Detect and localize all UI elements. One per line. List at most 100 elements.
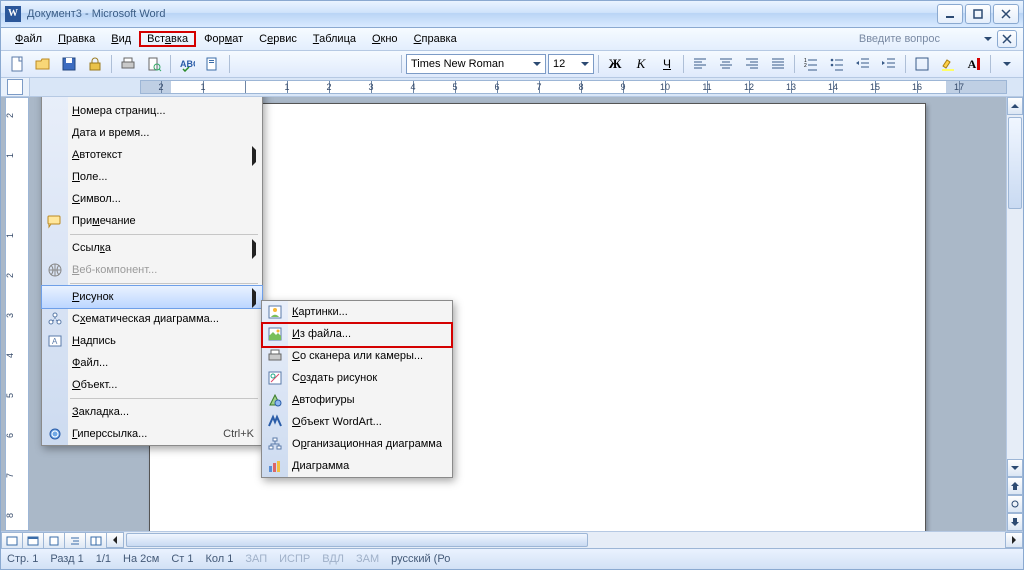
insert-item-3[interactable]: Автотекст [42, 144, 262, 166]
font-name-dropdown-icon[interactable] [531, 62, 543, 66]
font-size-dropdown-icon[interactable] [579, 62, 591, 66]
highlight-button[interactable] [936, 52, 960, 76]
prev-page-button[interactable] [1007, 477, 1023, 495]
insert-item-10[interactable]: Схематическая диаграмма... [42, 308, 262, 330]
bulleted-list-button[interactable] [825, 52, 849, 76]
picture-item-1[interactable]: Из файла... [262, 323, 452, 345]
tab-selector[interactable] [1, 78, 30, 96]
picture-item-0[interactable]: Картинки... [262, 301, 452, 323]
diagram-icon [46, 310, 64, 328]
status-rec: ЗАП [245, 553, 267, 565]
research-button[interactable] [201, 52, 225, 76]
status-line: Ст 1 [171, 553, 193, 565]
scroll-left-button[interactable] [106, 532, 124, 548]
font-color-button[interactable]: A [962, 52, 986, 76]
horizontal-ruler[interactable]: 211234567891011121314151617 [140, 80, 1007, 94]
ask-question-box[interactable]: Введите вопрос [852, 30, 977, 48]
save-button[interactable] [57, 52, 81, 76]
document-area[interactable]: Разрыв...Номера страниц...Дата и время..… [29, 97, 1006, 531]
insert-item-1[interactable]: Номера страниц... [42, 100, 262, 122]
align-justify-button[interactable] [766, 52, 790, 76]
insert-item-9[interactable]: Рисунок [41, 285, 263, 309]
insert-item-7[interactable]: Ссылка [42, 237, 262, 259]
vscroll-thumb[interactable] [1008, 117, 1022, 209]
menu-tools[interactable]: Сервис [251, 31, 305, 47]
permissions-button[interactable] [83, 52, 107, 76]
picture-item-2[interactable]: Со сканера или камеры... [262, 345, 452, 367]
window-title: Документ3 - Microsoft Word [27, 8, 935, 20]
align-center-button[interactable] [714, 52, 738, 76]
browse-object-button[interactable] [1007, 495, 1023, 513]
font-name-combo[interactable]: Times New Roman [406, 54, 546, 74]
font-size-value: 12 [553, 58, 579, 70]
menu-table[interactable]: Таблица [305, 31, 364, 47]
print-button[interactable] [116, 52, 140, 76]
status-trk: ИСПР [279, 553, 310, 565]
underline-button[interactable]: Ч [655, 52, 679, 76]
status-language: русский (Ро [391, 553, 450, 565]
menu-window[interactable]: Окно [364, 31, 406, 47]
menu-help[interactable]: Справка [406, 31, 465, 47]
insert-item-15[interactable]: Гиперссылка...Ctrl+K [42, 423, 262, 445]
scroll-right-button[interactable] [1005, 532, 1023, 548]
status-at: На 2см [123, 553, 159, 565]
picture-item-4[interactable]: Автофигуры [262, 389, 452, 411]
toolbar-options-button[interactable] [995, 52, 1019, 76]
vertical-ruler[interactable]: 211234567891011 [5, 97, 29, 531]
newdrawing-icon [266, 369, 284, 387]
next-page-button[interactable] [1007, 513, 1023, 531]
scroll-up-button[interactable] [1007, 97, 1023, 115]
status-section: Разд 1 [50, 553, 83, 565]
menu-format[interactable]: Формат [196, 31, 251, 47]
document-workspace: 211234567891011 Разрыв...Номера страниц.… [1, 97, 1023, 531]
status-ovr: ЗАМ [356, 553, 379, 565]
bold-button[interactable]: Ж [603, 52, 627, 76]
hscroll-track[interactable] [124, 532, 1005, 548]
app-window: Документ3 - Microsoft Word Файл Правка В… [0, 0, 1024, 570]
increase-indent-button[interactable] [877, 52, 901, 76]
insert-item-13[interactable]: Объект... [42, 374, 262, 396]
menu-view[interactable]: Вид [103, 31, 139, 47]
insert-item-4[interactable]: Поле... [42, 166, 262, 188]
picture-item-7[interactable]: Диаграмма [262, 455, 452, 477]
insert-item-12[interactable]: Файл... [42, 352, 262, 374]
open-button[interactable] [31, 52, 55, 76]
align-left-button[interactable] [688, 52, 712, 76]
new-doc-button[interactable] [5, 52, 29, 76]
picture-item-6[interactable]: Организационная диаграмма [262, 433, 452, 455]
insert-item-14[interactable]: Закладка... [42, 401, 262, 423]
vertical-scrollbar[interactable] [1006, 97, 1023, 531]
status-pages: 1/1 [96, 553, 111, 565]
picture-item-5[interactable]: Объект WordArt... [262, 411, 452, 433]
decrease-indent-button[interactable] [851, 52, 875, 76]
question-dropdown-icon[interactable] [981, 32, 995, 46]
view-buttons [1, 532, 106, 548]
autoshapes-icon [266, 391, 284, 409]
menu-insert[interactable]: Вставка [139, 31, 196, 47]
scanner-icon [266, 347, 284, 365]
scroll-down-button[interactable] [1007, 459, 1023, 477]
italic-button[interactable]: К [629, 52, 653, 76]
menu-file[interactable]: Файл [7, 31, 50, 47]
picture-submenu: Картинки...Из файла...Со сканера или кам… [261, 300, 453, 478]
minimize-button[interactable] [937, 4, 963, 24]
outside-border-button[interactable] [910, 52, 934, 76]
menu-edit[interactable]: Правка [50, 31, 103, 47]
close-button[interactable] [993, 4, 1019, 24]
numbered-list-button[interactable]: 12 [799, 52, 823, 76]
insert-item-6[interactable]: Примечание [42, 210, 262, 232]
picture-item-3[interactable]: Создать рисунок [262, 367, 452, 389]
print-preview-button[interactable] [142, 52, 166, 76]
spellcheck-button[interactable]: ABC [175, 52, 199, 76]
insert-item-8: Веб-компонент... [42, 259, 262, 281]
hscroll-thumb[interactable] [126, 533, 588, 547]
insert-item-2[interactable]: Дата и время... [42, 122, 262, 144]
mdi-close-button[interactable] [997, 30, 1017, 48]
insert-dropdown: Разрыв...Номера страниц...Дата и время..… [41, 97, 263, 446]
insert-item-5[interactable]: Символ... [42, 188, 262, 210]
font-size-combo[interactable]: 12 [548, 54, 594, 74]
align-right-button[interactable] [740, 52, 764, 76]
maximize-button[interactable] [965, 4, 991, 24]
vscroll-track[interactable] [1007, 115, 1023, 459]
insert-item-11[interactable]: AНадпись [42, 330, 262, 352]
